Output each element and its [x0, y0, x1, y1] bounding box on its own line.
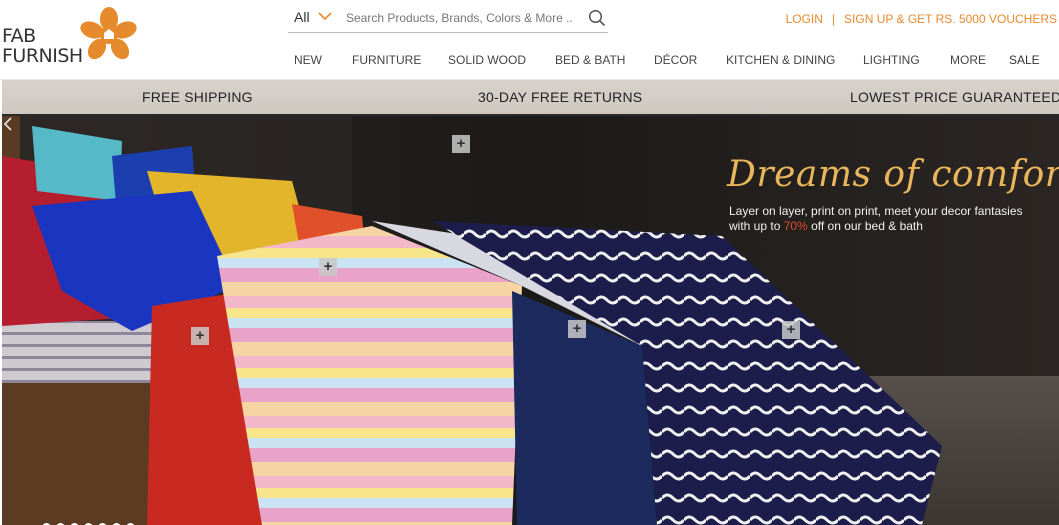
nav-item-bed-bath[interactable]: BED & BATH	[555, 53, 625, 67]
nav-item-new[interactable]: NEW	[294, 53, 322, 67]
account-separator: |	[831, 12, 836, 26]
product-hotspot[interactable]: +	[319, 258, 337, 276]
login-link[interactable]: LOGIN	[786, 12, 823, 26]
site-header: FAB FURNISH All Search Products, Brands,…	[0, 0, 1059, 80]
search-input[interactable]	[346, 7, 576, 29]
account-links: LOGIN | SIGN UP & GET RS. 5000 VOUCHERS	[786, 12, 1057, 26]
logo-line-1: FAB	[2, 25, 36, 47]
promo-free-returns: 30-DAY FREE RETURNS	[478, 89, 643, 105]
nav-item-lighting[interactable]: LIGHTING	[863, 53, 920, 67]
promo-strip: FREE SHIPPING 30-DAY FREE RETURNS LOWEST…	[2, 80, 1059, 116]
promo-free-shipping: FREE SHIPPING	[142, 89, 253, 105]
nav-item-more[interactable]: MORE	[950, 53, 986, 67]
hero-title: Dreams of comfort	[727, 154, 1059, 195]
chevron-down-icon[interactable]	[318, 11, 332, 21]
hero-discount-percent: 70%	[783, 219, 808, 233]
hero-subtitle-text-end: off on our bed & bath	[807, 219, 923, 233]
search-icon[interactable]	[588, 9, 606, 27]
main-nav: NEW FURNITURE SOLID WOOD BED & BATH DÉCO…	[0, 53, 1059, 71]
hero-banner[interactable]: Dreams of comfort Layer on layer, print …	[2, 116, 1059, 525]
nav-item-decor[interactable]: DÉCOR	[654, 53, 697, 67]
nav-item-solid-wood[interactable]: SOLID WOOD	[448, 53, 526, 67]
signup-link[interactable]: SIGN UP & GET RS. 5000 VOUCHERS	[844, 12, 1057, 26]
product-hotspot[interactable]: +	[782, 321, 800, 339]
nav-item-furniture[interactable]: FURNITURE	[352, 53, 421, 67]
product-hotspot[interactable]: +	[452, 135, 470, 153]
product-hotspot[interactable]: +	[568, 320, 586, 338]
product-hotspot[interactable]: +	[191, 327, 209, 345]
nav-item-kitchen-dining[interactable]: KITCHEN & DINING	[726, 53, 835, 67]
promo-lowest-price: LOWEST PRICE GUARANTEED	[850, 89, 1059, 105]
carousel-dots	[42, 519, 140, 525]
nav-item-sale[interactable]: SALE	[1009, 53, 1040, 67]
hero-subtitle: Layer on layer, print on print, meet you…	[729, 204, 1039, 234]
chevron-left-icon[interactable]	[2, 116, 14, 132]
search-bar: All	[288, 3, 608, 33]
page: FAB FURNISH All Search Products, Brands,…	[0, 0, 1059, 525]
search-scope-select[interactable]: All	[294, 9, 310, 25]
